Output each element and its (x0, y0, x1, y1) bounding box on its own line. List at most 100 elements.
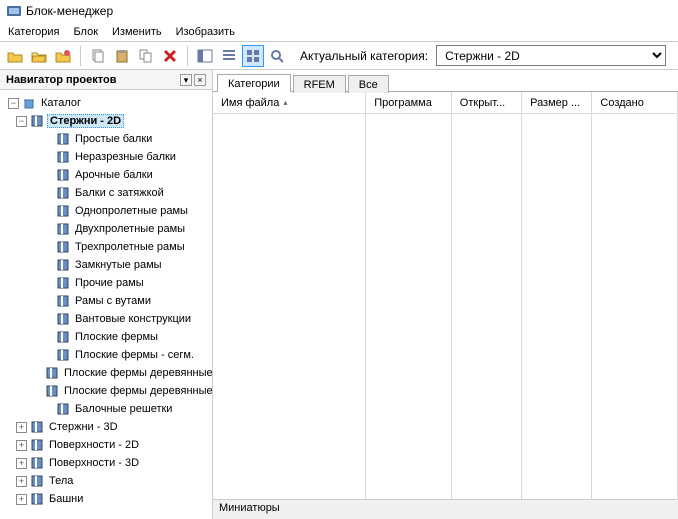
expand-icon[interactable]: + (16, 422, 27, 433)
book-icon (56, 402, 70, 416)
tree-label: Плоские фермы - сегм. (73, 349, 196, 361)
tree-leaf[interactable]: Плоские фермы деревянные (2, 364, 210, 382)
tree-label: Балочные решетки (73, 403, 174, 415)
book-icon (30, 492, 44, 506)
tree-leaf[interactable]: Трехпролетные рамы (2, 238, 210, 256)
tree-label: Арочные балки (73, 169, 155, 181)
tab-rfem[interactable]: RFEM (293, 75, 346, 93)
current-category-select[interactable]: Стержни - 2D (436, 45, 666, 66)
col-size[interactable]: Размер ... (522, 92, 592, 114)
titlebar: Блок-менеджер (0, 0, 678, 22)
book-icon (56, 150, 70, 164)
delete-icon[interactable] (159, 45, 181, 67)
book-icon (45, 384, 59, 398)
toolbar-separator (80, 46, 81, 66)
tabs: Категории RFEM Все (213, 70, 678, 92)
tree-node[interactable]: +Башни (2, 490, 210, 508)
toolbar: Актуальный категория: Стержни - 2D (0, 42, 678, 70)
pin-icon[interactable]: ▾ (180, 74, 192, 86)
file-list (213, 114, 678, 499)
thumbnails-label: Миниатюры (213, 499, 678, 519)
current-category-label: Актуальный категория: (300, 49, 428, 63)
book-icon (30, 474, 44, 488)
close-icon[interactable]: × (194, 74, 206, 86)
book-icon (56, 258, 70, 272)
col-opened[interactable]: Открыт... (452, 92, 522, 114)
tree-label: Стержни - 2D (47, 114, 124, 128)
book-icon (56, 240, 70, 254)
tree-root[interactable]: − Каталог (2, 94, 210, 112)
col-created[interactable]: Создано (592, 92, 678, 114)
tree-label: Замкнутые рамы (73, 259, 164, 271)
book-icon (56, 348, 70, 362)
view-list-icon[interactable] (218, 45, 240, 67)
tab-categories[interactable]: Категории (217, 74, 291, 92)
tree-leaf[interactable]: Однопролетные рамы (2, 202, 210, 220)
expand-icon[interactable]: + (16, 476, 27, 487)
content: Навигатор проектов ▾ × − Каталог − Стерж… (0, 70, 678, 519)
tree-node[interactable]: + Стержни - 3D (2, 418, 210, 436)
folder-open-icon[interactable] (28, 45, 50, 67)
app-title: Блок-менеджер (26, 4, 113, 18)
tree-label: Стержни - 3D (47, 421, 120, 433)
tree-leaf[interactable]: Прочие рамы (2, 274, 210, 292)
tree-leaf[interactable]: Арочные балки (2, 166, 210, 184)
col-program[interactable]: Программа (366, 92, 452, 114)
tree-node[interactable]: + Поверхности - 3D (2, 454, 210, 472)
expand-icon[interactable]: + (16, 494, 27, 505)
menu-display[interactable]: Изобразить (176, 26, 235, 38)
tree-label: Поверхности - 3D (47, 457, 141, 469)
tree-label: Вантовые конструкции (73, 313, 193, 325)
panel-toggle-icon[interactable] (194, 45, 216, 67)
collapse-icon[interactable]: − (16, 116, 27, 127)
tree-leaf[interactable]: Простые балки (2, 130, 210, 148)
book-icon (56, 312, 70, 326)
book-icon (56, 168, 70, 182)
zoom-icon[interactable] (266, 45, 288, 67)
tree-node[interactable]: +Тела (2, 472, 210, 490)
tab-all[interactable]: Все (348, 75, 389, 93)
tree-label: Плоские фермы (73, 331, 160, 343)
tree-leaf[interactable]: Неразрезные балки (2, 148, 210, 166)
menubar: Категория Блок Изменить Изобразить (0, 22, 678, 42)
book-icon (56, 204, 70, 218)
tree-leaf[interactable]: Двухпролетные рамы (2, 220, 210, 238)
tree-leaf[interactable]: Замкнутые рамы (2, 256, 210, 274)
book-icon (56, 276, 70, 290)
menu-category[interactable]: Категория (8, 26, 59, 38)
book-icon (30, 420, 44, 434)
book-icon (56, 294, 70, 308)
menu-block[interactable]: Блок (73, 26, 98, 38)
duplicate-icon[interactable] (135, 45, 157, 67)
folder-new-icon[interactable] (4, 45, 26, 67)
navigator-title: Навигатор проектов (6, 74, 116, 86)
main-panel: Категории RFEM Все Имя файла Программа О… (213, 70, 678, 519)
copy-icon[interactable] (87, 45, 109, 67)
trash-icon (22, 96, 36, 110)
tree-leaf[interactable]: Балочные решетки (2, 400, 210, 418)
collapse-icon[interactable]: − (8, 98, 19, 109)
tree-leaf[interactable]: Плоские фермы (2, 328, 210, 346)
tree-label: Неразрезные балки (73, 151, 178, 163)
tree-leaf[interactable]: Плоские фермы деревянные (2, 382, 210, 400)
tree-label: Плоские фермы деревянные (62, 367, 212, 379)
tree-label: Трехпролетные рамы (73, 241, 187, 253)
tree-label: Плоские фермы деревянные (62, 385, 212, 397)
tree-label: Каталог (39, 97, 83, 109)
navigator-tree[interactable]: − Каталог − Стержни - 2D Простые балки Не… (0, 90, 212, 519)
tree-node-selected[interactable]: − Стержни - 2D (2, 112, 210, 130)
expand-icon[interactable]: + (16, 440, 27, 451)
expand-icon[interactable]: + (16, 458, 27, 469)
tree-leaf[interactable]: Вантовые конструкции (2, 310, 210, 328)
book-icon (30, 456, 44, 470)
view-grid-icon[interactable] (242, 45, 264, 67)
menu-edit[interactable]: Изменить (112, 26, 162, 38)
col-filename[interactable]: Имя файла (213, 92, 366, 114)
book-icon (56, 330, 70, 344)
paste-icon[interactable] (111, 45, 133, 67)
tree-leaf[interactable]: Плоские фермы - сегм. (2, 346, 210, 364)
folder-fav-icon[interactable] (52, 45, 74, 67)
tree-node[interactable]: +Поверхности - 2D (2, 436, 210, 454)
tree-leaf[interactable]: Балки с затяжкой (2, 184, 210, 202)
tree-leaf[interactable]: Рамы с вутами (2, 292, 210, 310)
